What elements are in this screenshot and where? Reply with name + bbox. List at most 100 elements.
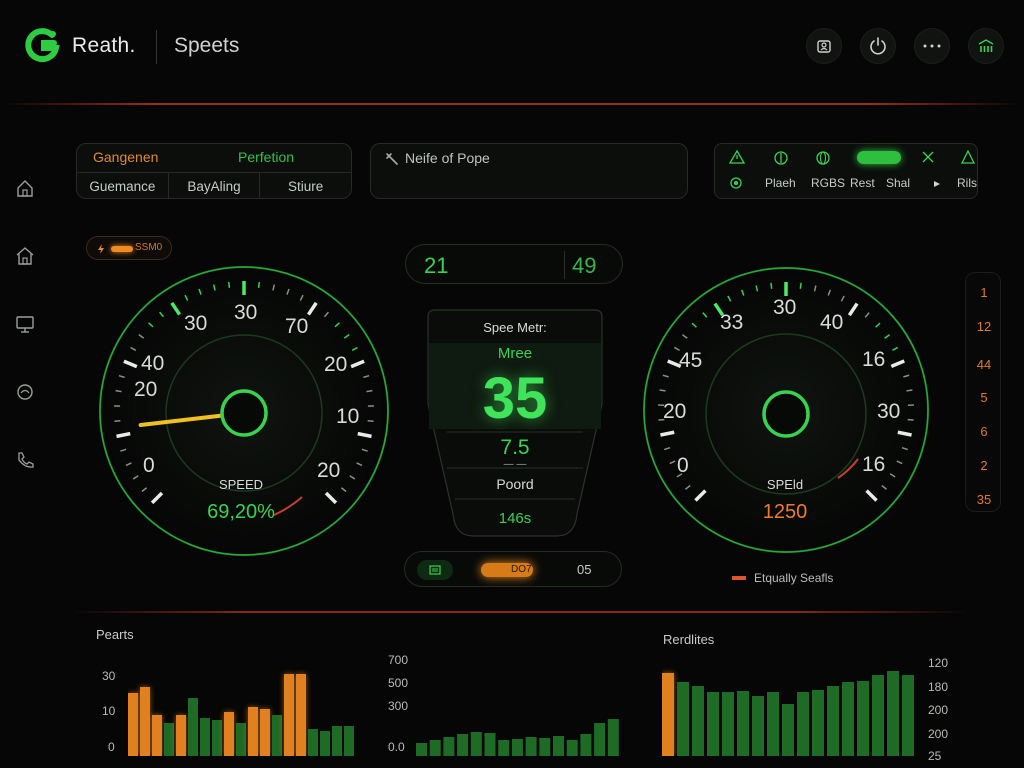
control-panel: Plaeh RGBS Rest Shal Rils — [714, 143, 978, 199]
right-gauge-tick-label-30-top: 30 — [773, 296, 796, 319]
left-gauge-tick-label-10: 10 — [336, 405, 359, 428]
right-scale-value: 6 — [980, 424, 988, 439]
chart-bar — [887, 671, 899, 756]
speed-meter-mode: Mree — [497, 345, 533, 362]
search-text: Neife of Pope — [405, 150, 490, 166]
chart-bar — [827, 686, 839, 756]
chart-bar — [484, 733, 496, 756]
monitor-icon[interactable] — [14, 310, 36, 338]
center-readout-divider — [564, 251, 565, 279]
chart-3-ytick: 120 — [928, 656, 949, 670]
chart-bar — [707, 692, 719, 756]
chart-bar — [470, 732, 482, 756]
speed-meter-dash: — — — [503, 459, 527, 470]
house-icon[interactable] — [14, 242, 36, 270]
chart-bar — [525, 737, 537, 756]
control-label-shal[interactable]: Shal — [886, 176, 910, 190]
chart-bar — [176, 715, 186, 756]
right-gauge-minor-tick — [770, 282, 773, 289]
header-separator — [0, 103, 1024, 105]
right-gauge-tick-label-0: 0 — [677, 454, 689, 477]
orange-status-text: DO7 — [511, 564, 532, 575]
tab-stiure[interactable]: Stiure — [259, 173, 351, 199]
home-icon[interactable] — [14, 174, 36, 202]
chart-1-ytick: 30 — [102, 669, 116, 683]
status-toggle[interactable] — [857, 151, 901, 164]
chart-bar — [457, 734, 469, 756]
chart-bar — [872, 675, 884, 756]
chart-bar — [677, 682, 689, 756]
headset-icon[interactable] — [14, 378, 36, 406]
control-label-plaeh[interactable]: Plaeh — [765, 176, 796, 190]
left-gauge-value: 69,20% — [207, 501, 275, 523]
settings-icon[interactable] — [729, 176, 743, 190]
chart-3-ytick: 25 — [928, 749, 942, 763]
badge-indicator — [111, 246, 133, 252]
chart-1-title: Pearts — [96, 627, 134, 642]
chart-3-bars — [662, 671, 914, 756]
globe-icon[interactable] — [815, 150, 831, 166]
right-gauge-minor-tick — [906, 389, 913, 392]
stats-button[interactable] — [968, 28, 1004, 64]
tab-bayaling[interactable]: BayAling — [167, 173, 260, 199]
chart-bar — [416, 743, 427, 756]
chart-bar — [580, 734, 592, 756]
left-gauge-tick-label-30-a: 30 — [184, 312, 207, 335]
mode-tabs: Gangenen Perfetion Guemance BayAling Sti… — [76, 143, 352, 199]
warning-icon[interactable] — [729, 150, 745, 164]
control-label-rgbs[interactable]: RGBS — [811, 176, 845, 190]
right-scale-value: 12 — [976, 319, 992, 334]
chart-bar — [511, 739, 523, 756]
center-readout-right: 49 — [572, 253, 597, 278]
battery-icon[interactable] — [417, 560, 453, 580]
search-field[interactable]: Neife of Pope — [370, 143, 688, 199]
chart-bar — [248, 707, 258, 756]
control-label-rils[interactable]: Rils — [957, 176, 977, 190]
phone-icon[interactable] — [14, 446, 36, 474]
chart-3-ytick: 200 — [928, 727, 949, 741]
left-gauge-tick-label-30-b: 30 — [234, 301, 257, 324]
right-gauge-hub — [762, 390, 810, 438]
shield-icon[interactable] — [773, 150, 789, 166]
chart-bar — [737, 691, 749, 756]
chart-bar — [260, 709, 270, 756]
chart-bar — [200, 718, 210, 756]
right-scale-value: 1 — [980, 285, 988, 300]
power-button[interactable] — [860, 28, 896, 64]
right-gauge-tick-label-20: 20 — [663, 400, 686, 423]
bolt-icon — [98, 244, 104, 254]
chart-bar — [902, 675, 914, 756]
right-gauge-tick-label-16-mid: 16 — [862, 348, 885, 371]
close-icon[interactable] — [921, 150, 935, 164]
chart-bar — [308, 729, 318, 756]
chart-bar — [692, 686, 704, 756]
left-gauge-minor-tick — [115, 389, 122, 393]
chart-bar — [782, 704, 794, 756]
right-scale-value: 44 — [976, 357, 992, 372]
right-gauge-tick-label-33: 33 — [720, 311, 743, 334]
tab-perfetion[interactable]: Perfetion — [238, 149, 348, 165]
tab-gangenen[interactable]: Gangenen — [93, 149, 203, 165]
chart-bar — [224, 712, 234, 756]
play-icon[interactable] — [933, 180, 941, 188]
chart-2-ytick: 500 — [388, 676, 409, 690]
speed-meter-label: Poord — [496, 476, 534, 492]
header-actions — [806, 28, 1004, 64]
status-badge: SSM0 — [86, 236, 172, 260]
more-button[interactable] — [914, 28, 950, 64]
page-title: Speets — [174, 34, 240, 57]
speed-meter-title: Spee Metr: — [483, 320, 547, 335]
chart-bar — [553, 736, 564, 756]
right-gauge-tick-label-40: 40 — [820, 311, 843, 334]
user-badge-button[interactable] — [806, 28, 842, 64]
speed-meter-bottom-value: 146s — [498, 510, 532, 527]
tab-guemance[interactable]: Guemance — [77, 173, 168, 199]
chart-bar — [842, 682, 854, 756]
control-label-rest[interactable]: Rest — [850, 176, 875, 190]
right-speed-gauge: 0 20 45 33 30 40 16 30 16 SPEld 1250 — [643, 267, 929, 553]
chart-bar — [272, 715, 282, 756]
triangle-icon[interactable] — [961, 150, 975, 164]
chart-bar — [662, 673, 674, 756]
center-readout: 21 49 — [405, 244, 623, 284]
chart-bar — [236, 723, 246, 756]
